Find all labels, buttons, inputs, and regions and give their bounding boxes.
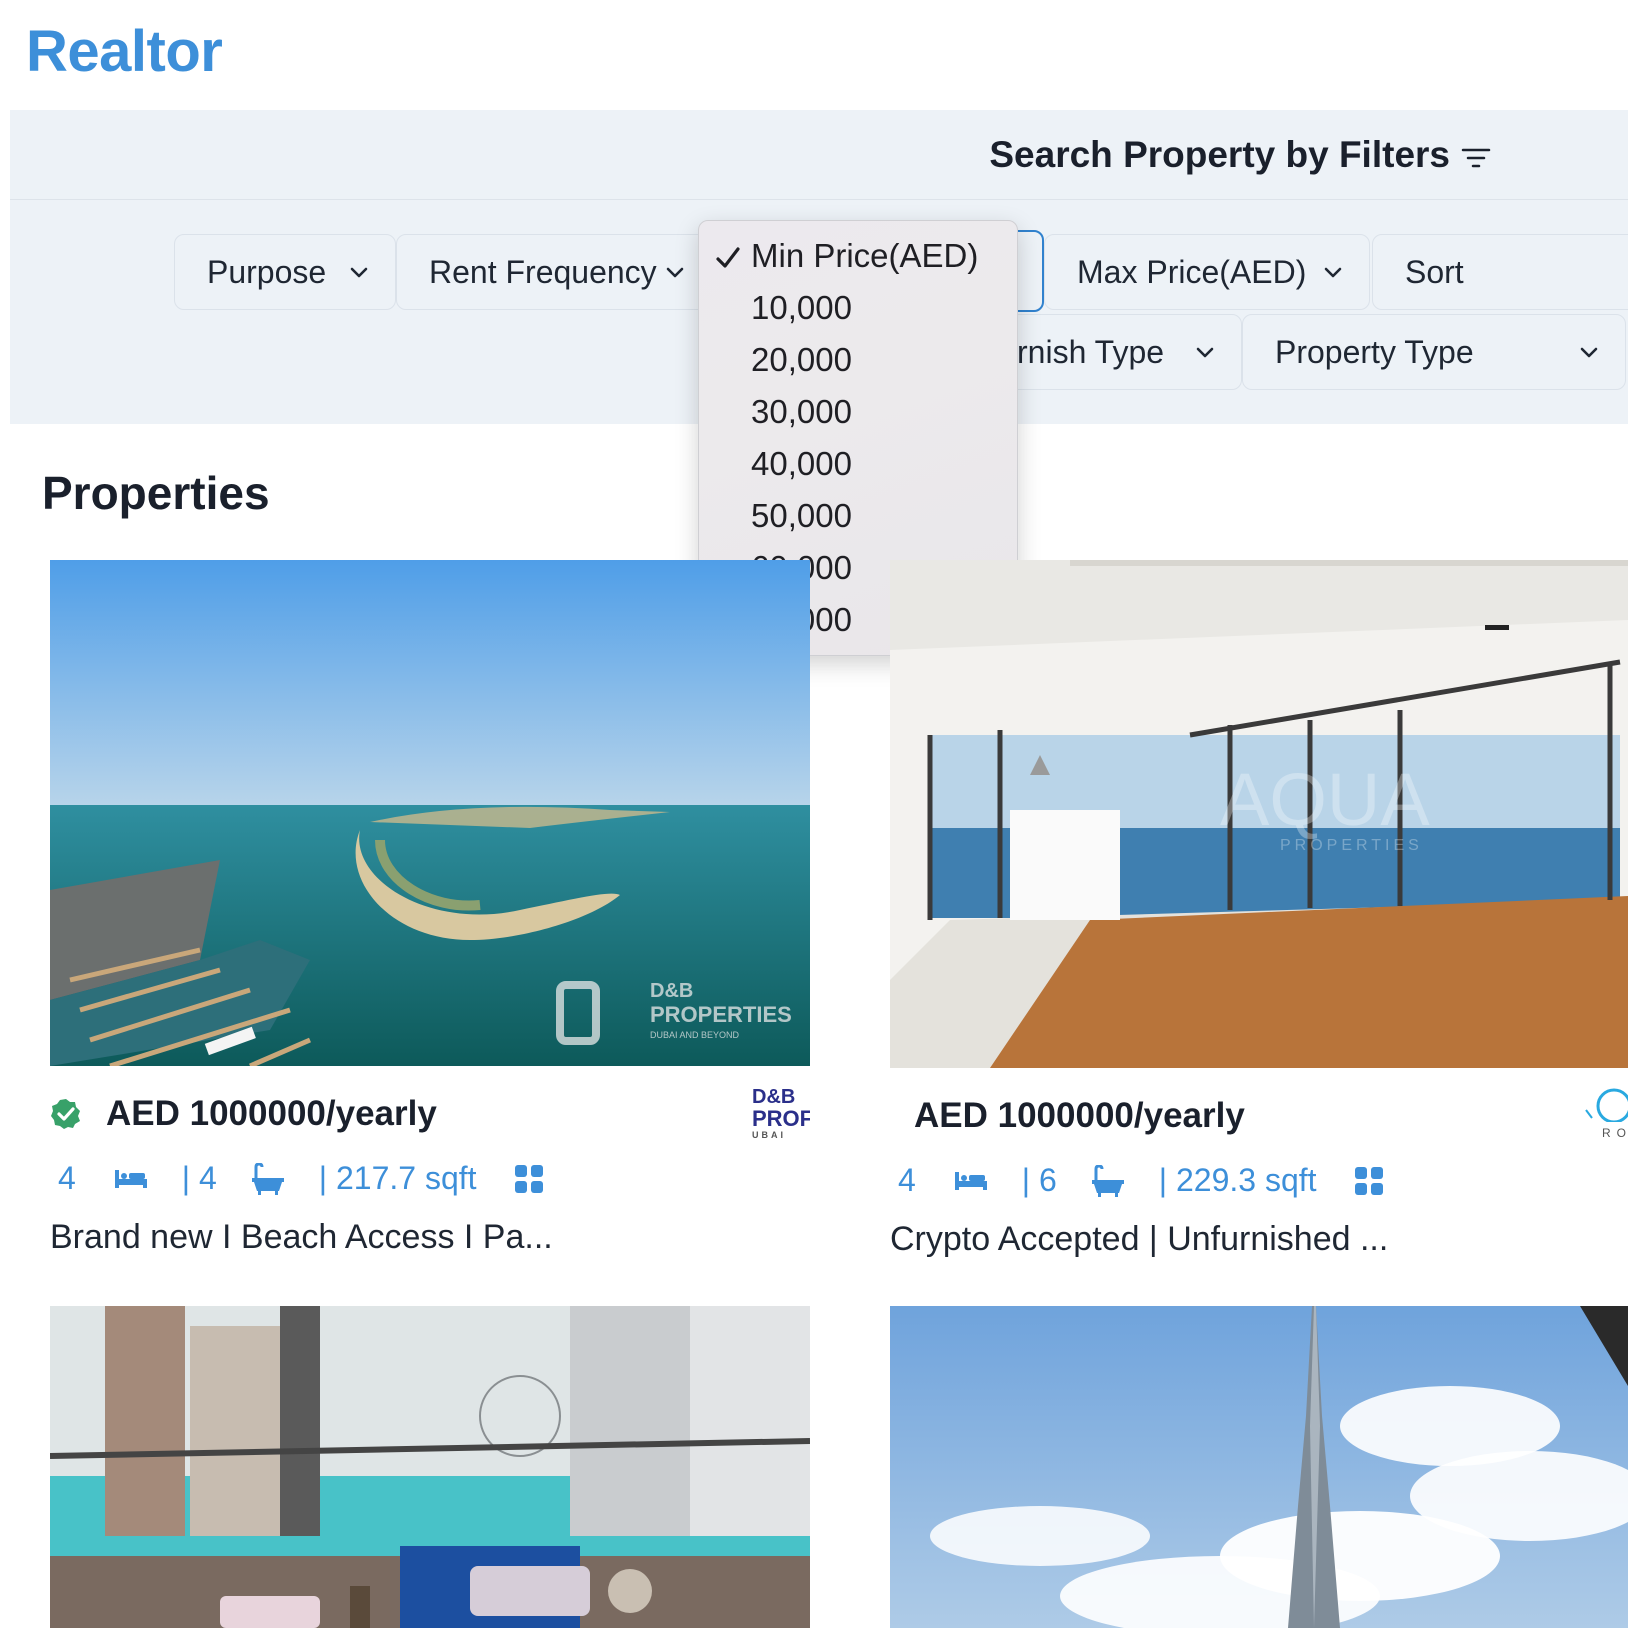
rent-frequency-select[interactable]: Rent Frequency xyxy=(396,234,712,310)
property-price: AED 1000000/yearly xyxy=(914,1096,1245,1135)
property-title[interactable]: Brand new I Beach Access I Pa... xyxy=(50,1218,553,1257)
purpose-select-label: Purpose xyxy=(207,253,327,290)
property-image[interactable]: D&B PROPERTIES DUBAI AND BEYOND xyxy=(50,560,810,1066)
sort-select[interactable]: Sort xyxy=(1372,234,1628,310)
baths-count: | 4 xyxy=(181,1160,217,1196)
filter-title: Search Property by Filters xyxy=(989,134,1450,175)
svg-text:AQUA: AQUA xyxy=(1220,758,1430,841)
dropdown-option-min-price[interactable]: Min Price(AED) xyxy=(751,237,978,275)
rooms-count: 4 xyxy=(898,1162,916,1198)
svg-text:D&B: D&B xyxy=(650,980,693,1002)
rooms-count: 4 xyxy=(58,1160,76,1196)
rent-frequency-select-label: Rent Frequency xyxy=(429,253,657,290)
agency-logo: RO xyxy=(1584,1082,1628,1142)
svg-text:PROPERTIES: PROPERTIES xyxy=(1280,837,1423,854)
dropdown-option-30000[interactable]: 30,000 xyxy=(751,393,852,431)
property-stats: 4 | 4 | 217.7 sqft xyxy=(58,1160,557,1197)
dropdown-option-10000[interactable]: 10,000 xyxy=(751,289,852,327)
chevron-down-icon xyxy=(666,267,684,278)
checkmark-icon xyxy=(716,247,740,268)
svg-text:PROPERTIES: PROPERTIES xyxy=(650,1002,792,1027)
watermark-logo: AQUA PROPERTIES xyxy=(1220,758,1430,854)
grid-icon xyxy=(1354,1166,1383,1195)
area-size: | 217.7 sqft xyxy=(318,1160,477,1196)
property-image[interactable] xyxy=(890,1306,1628,1628)
bath-icon xyxy=(1091,1164,1124,1197)
property-type-select-label: Property Type xyxy=(1275,333,1474,370)
agency-logo: D&B PROF UBAI xyxy=(752,1086,810,1140)
dropdown-option-20000[interactable]: 20,000 xyxy=(751,341,852,379)
bed-icon xyxy=(954,1171,987,1190)
grid-icon xyxy=(514,1164,543,1193)
purpose-select[interactable]: Purpose xyxy=(174,234,396,310)
app-logo[interactable]: Realtor xyxy=(26,18,223,85)
chevron-down-icon xyxy=(1196,347,1214,358)
property-image[interactable] xyxy=(50,1306,810,1628)
properties-heading: Properties xyxy=(42,467,270,519)
svg-text:DUBAI AND BEYOND: DUBAI AND BEYOND xyxy=(650,1030,740,1040)
dropdown-option-40000[interactable]: 40,000 xyxy=(751,445,852,483)
max-price-select[interactable]: Max Price(AED) xyxy=(1044,234,1370,310)
property-stats: 4 | 6 | 229.3 sqft xyxy=(898,1162,1397,1199)
furnish-type-select-label: rnish Type xyxy=(1017,333,1165,370)
property-type-select[interactable]: Property Type xyxy=(1242,314,1626,390)
property-title[interactable]: Crypto Accepted | Unfurnished ... xyxy=(890,1220,1388,1259)
bed-icon xyxy=(114,1169,147,1188)
filter-header[interactable]: Search Property by Filters xyxy=(10,110,1628,200)
chevron-down-icon xyxy=(1580,347,1598,358)
property-image[interactable]: AQUA PROPERTIES xyxy=(890,560,1628,1068)
chevron-down-icon xyxy=(1324,267,1342,278)
baths-count: | 6 xyxy=(1021,1162,1057,1198)
dropdown-option-50000[interactable]: 50,000 xyxy=(751,497,852,535)
max-price-select-label: Max Price(AED) xyxy=(1077,253,1307,290)
area-size: | 229.3 sqft xyxy=(1158,1162,1317,1198)
verified-icon xyxy=(51,1099,80,1129)
sort-select-label: Sort xyxy=(1405,253,1464,290)
property-price: AED 1000000/yearly xyxy=(106,1094,437,1133)
chevron-down-icon xyxy=(350,267,368,278)
bath-icon xyxy=(251,1162,284,1195)
filter-icon[interactable] xyxy=(1461,146,1491,170)
